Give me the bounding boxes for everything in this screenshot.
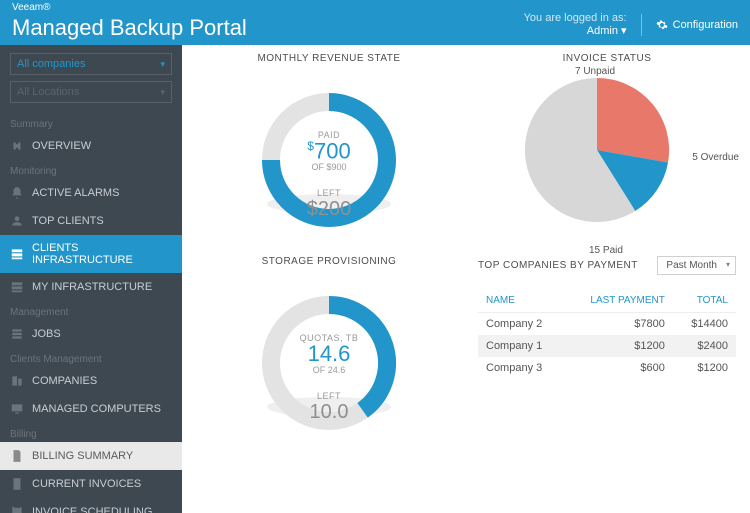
sidebar-item-billing-summary[interactable]: BILLING SUMMARY xyxy=(0,442,182,470)
label-overdue: 5 Overdue xyxy=(692,152,739,163)
sidebar-item-top-clients[interactable]: TOP CLIENTS xyxy=(0,207,182,235)
sidebar-item-managed-computers[interactable]: MANAGED COMPUTERS xyxy=(0,395,182,423)
label-paid: 15 Paid xyxy=(589,245,623,256)
server-icon xyxy=(10,280,24,294)
sidebar-item-my-infrastructure[interactable]: MY INFRASTRUCTURE xyxy=(0,273,182,301)
divider xyxy=(641,14,642,36)
document-icon xyxy=(10,449,24,463)
sidebar-item-clients-infrastructure[interactable]: CLIENTS INFRASTRUCTURE xyxy=(0,235,182,273)
storage-value: 14.6 xyxy=(239,343,419,365)
sidebar-item-overview[interactable]: OVERVIEW xyxy=(0,132,182,160)
col-last-payment[interactable]: LAST PAYMENT xyxy=(565,289,673,313)
location-filter[interactable]: All Locations▾ xyxy=(10,81,172,103)
invoice-card: INVOICE STATUS 7 Unpaid 5 Overdue 15 Pai… xyxy=(478,53,736,250)
person-icon xyxy=(10,214,24,228)
gear-icon xyxy=(656,19,668,31)
login-info[interactable]: You are logged in as: Admin ▾ xyxy=(524,12,627,38)
top-companies-table: NAME LAST PAYMENT TOTAL Company 2$7800$1… xyxy=(478,289,736,379)
group-management: Management xyxy=(0,301,182,320)
content-area: MONTHLY REVENUE STATE PAID $700 OF $900 … xyxy=(182,45,750,513)
configuration-link[interactable]: Configuration xyxy=(656,19,738,31)
building-icon xyxy=(10,374,24,388)
configuration-label: Configuration xyxy=(673,19,738,31)
label-unpaid: 7 Unpaid xyxy=(575,66,615,77)
storage-left-value: 10.0 xyxy=(239,401,419,424)
storage-card: STORAGE PROVISIONING QUOTAS, TB 14.6 OF … xyxy=(200,256,458,443)
logged-in-label: You are logged in as: xyxy=(524,12,627,25)
table-row[interactable]: Company 2$7800$14400 xyxy=(478,313,736,336)
invoice-icon xyxy=(10,477,24,491)
server-icon xyxy=(10,247,24,261)
user-dropdown[interactable]: Admin ▾ xyxy=(524,25,627,38)
group-billing: Billing xyxy=(0,423,182,442)
sidebar-item-alarms[interactable]: ACTIVE ALARMS xyxy=(0,179,182,207)
invoice-title: INVOICE STATUS xyxy=(478,53,736,64)
chevron-down-icon: ▾ xyxy=(160,87,165,98)
company-filter[interactable]: All companies▾ xyxy=(10,53,172,75)
bell-icon xyxy=(10,186,24,200)
group-summary: Summary xyxy=(0,113,182,132)
period-dropdown[interactable]: Past Month xyxy=(657,256,736,275)
revenue-card: MONTHLY REVENUE STATE PAID $700 OF $900 … xyxy=(200,53,458,250)
revenue-title: MONTHLY REVENUE STATE xyxy=(200,53,458,64)
revenue-paid-value: $700 xyxy=(239,140,419,162)
top-companies-card: TOP COMPANIES BY PAYMENT Past Month NAME… xyxy=(478,256,736,443)
table-row[interactable]: Company 1$1200$2400 xyxy=(478,335,736,357)
col-total[interactable]: TOTAL xyxy=(673,289,736,313)
storage-title: STORAGE PROVISIONING xyxy=(200,256,458,267)
brand-title: Managed Backup Portal xyxy=(12,15,247,41)
invoice-pie xyxy=(517,70,677,230)
slice-unpaid xyxy=(597,78,669,162)
chevron-down-icon: ▾ xyxy=(160,59,165,70)
sidebar-item-current-invoices[interactable]: CURRENT INVOICES xyxy=(0,470,182,498)
table-row[interactable]: Company 3$600$1200 xyxy=(478,357,736,379)
sidebar-item-jobs[interactable]: JOBS xyxy=(0,320,182,348)
group-monitoring: Monitoring xyxy=(0,160,182,179)
sidebar-item-invoice-scheduling[interactable]: INVOICE SCHEDULING xyxy=(0,498,182,513)
col-name[interactable]: NAME xyxy=(478,289,565,313)
sidebar-item-companies[interactable]: COMPANIES xyxy=(0,367,182,395)
brand-superscript: Veeam® xyxy=(12,2,51,13)
binoculars-icon xyxy=(10,139,24,153)
sidebar: All companies▾ All Locations▾ Summary OV… xyxy=(0,45,182,513)
app-header: Veeam® Managed Backup Portal You are log… xyxy=(0,0,750,45)
revenue-left-value: $200 xyxy=(239,198,419,221)
monitor-icon xyxy=(10,402,24,416)
jobs-icon xyxy=(10,327,24,341)
group-clients-management: Clients Management xyxy=(0,348,182,367)
top-companies-title: TOP COMPANIES BY PAYMENT xyxy=(478,260,638,271)
calendar-icon xyxy=(10,505,24,513)
